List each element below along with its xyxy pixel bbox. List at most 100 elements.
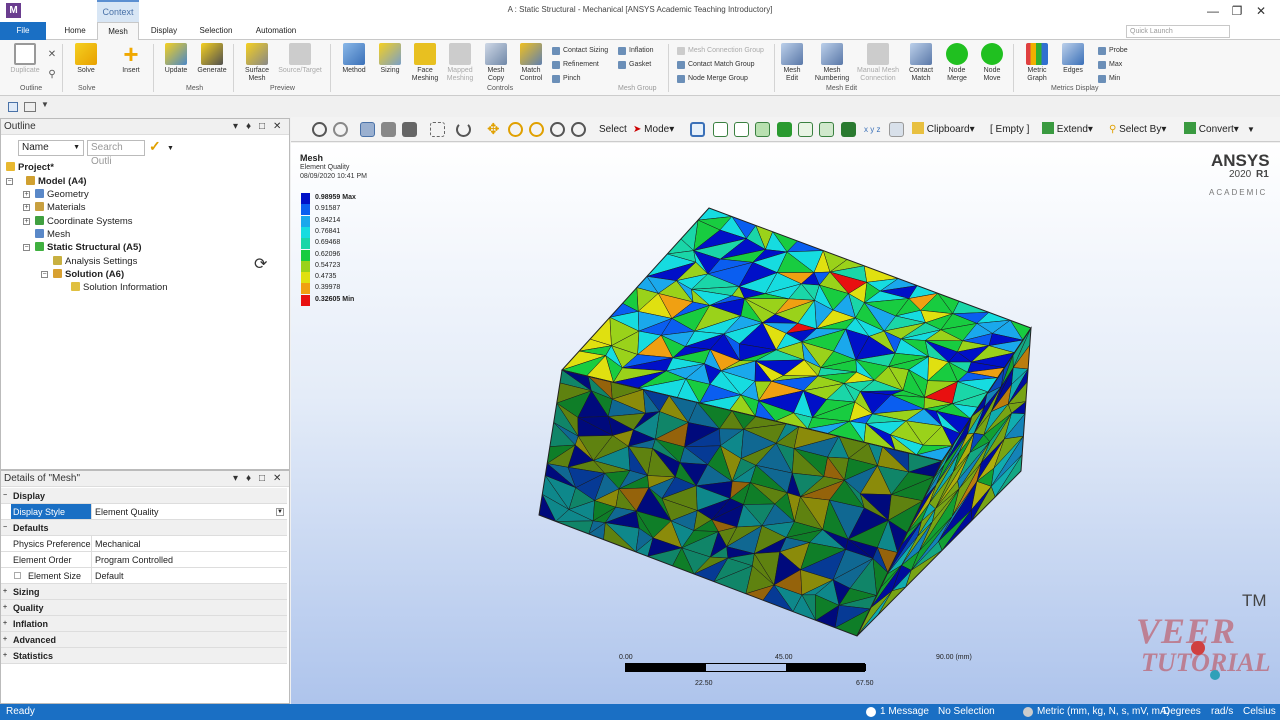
- mapped-meshing-button[interactable]: Mapped Meshing: [441, 43, 479, 83]
- tree-expand-toggle[interactable]: +: [23, 218, 30, 225]
- details-row-element-size[interactable]: Element Size Default: [1, 568, 287, 584]
- contact-match-button[interactable]: Contact Match: [902, 43, 940, 83]
- surface-mesh-button[interactable]: Surface Mesh: [238, 43, 276, 83]
- select-edge-icon[interactable]: [402, 122, 417, 137]
- tree-expand-toggle[interactable]: +: [23, 204, 30, 211]
- close-icon[interactable]: ✕: [1251, 2, 1271, 20]
- tree-item-analysis-settings[interactable]: Analysis Settings: [53, 255, 137, 268]
- mesh-numbering-button[interactable]: Mesh Numbering: [812, 43, 852, 83]
- tree-icon[interactable]: [8, 102, 18, 112]
- select-by-dropdown[interactable]: ⚲ Select By▾: [1109, 121, 1166, 138]
- outline-search-input[interactable]: Search Outli: [87, 140, 145, 167]
- select-body-icon[interactable]: [360, 122, 375, 137]
- select-face-mode-icon[interactable]: [734, 122, 749, 137]
- zoom-to-fit-icon[interactable]: [550, 122, 565, 137]
- maximize-icon[interactable]: □: [259, 471, 265, 487]
- source-target-button[interactable]: Source/Target: [276, 43, 324, 75]
- zoom-in-icon[interactable]: [312, 122, 327, 137]
- probe-button[interactable]: Probe: [1098, 46, 1128, 56]
- zoom-out-icon[interactable]: [333, 122, 348, 137]
- minimize-icon[interactable]: —: [1203, 2, 1223, 20]
- restore-icon[interactable]: ❐: [1227, 2, 1247, 20]
- graphics-viewport[interactable]: Mesh Element Quality 08/09/2020 10:41 PM…: [291, 143, 1280, 704]
- method-button[interactable]: Method: [335, 43, 373, 75]
- pan-icon[interactable]: ✥: [487, 122, 502, 137]
- node-merge-group-button[interactable]: Node Merge Group: [677, 74, 748, 84]
- tree-expand-toggle[interactable]: −: [6, 178, 13, 185]
- status-rotation[interactable]: rad/s: [1211, 704, 1233, 720]
- status-units[interactable]: Metric (mm, kg, N, s, mV, mA): [1037, 704, 1170, 720]
- select-face-icon[interactable]: [381, 122, 396, 137]
- duplicate-button[interactable]: Duplicate: [6, 43, 44, 75]
- sizing-button[interactable]: Sizing: [371, 43, 409, 75]
- rotate-icon[interactable]: [456, 122, 471, 137]
- select-mode-icon[interactable]: [430, 122, 445, 137]
- pin-dropdown-icon[interactable]: ▾: [233, 119, 238, 135]
- details-group-defaults[interactable]: − Defaults: [1, 520, 287, 536]
- convert-dropdown[interactable]: Convert▾: [1184, 121, 1239, 138]
- min-button[interactable]: Min: [1098, 74, 1120, 84]
- checkbox[interactable]: [14, 572, 21, 579]
- select-element-icon[interactable]: [777, 122, 792, 137]
- details-group-advanced[interactable]: + Advanced: [1, 632, 287, 648]
- tree-item-solution-information[interactable]: Solution Information: [71, 281, 168, 294]
- contact-sizing-button[interactable]: Contact Sizing: [552, 46, 608, 56]
- select-all-icon[interactable]: [889, 122, 904, 137]
- match-control-button[interactable]: Match Control: [512, 43, 550, 83]
- tab-display[interactable]: Display: [142, 22, 186, 40]
- tree-expand-toggle[interactable]: +: [23, 191, 30, 198]
- select-element-face-icon[interactable]: [841, 122, 856, 137]
- tab-selection[interactable]: Selection: [194, 22, 238, 40]
- details-group-quality[interactable]: + Quality: [1, 600, 287, 616]
- tree-item-coordinate-systems[interactable]: Coordinate Systems: [35, 215, 133, 228]
- tab-automation[interactable]: Automation: [248, 22, 304, 40]
- mesh-copy-button[interactable]: Mesh Copy: [477, 43, 515, 83]
- details-row-display-style[interactable]: Display Style Element Quality ▼: [1, 504, 287, 520]
- edges-button[interactable]: Edges: [1054, 43, 1092, 75]
- box-zoom-icon[interactable]: [529, 122, 544, 137]
- tree-expand-toggle[interactable]: −: [23, 244, 30, 251]
- tree-item-model[interactable]: Model (A4): [26, 175, 87, 188]
- select-edge-mode-icon[interactable]: [713, 122, 728, 137]
- gasket-button[interactable]: Gasket: [618, 60, 651, 70]
- filter-type-select[interactable]: Name ▼: [18, 140, 84, 156]
- pin-icon[interactable]: ♦: [246, 119, 251, 135]
- details-row-element-order[interactable]: Element Order Program Controlled: [1, 552, 287, 568]
- close-panel-icon[interactable]: ✕: [273, 119, 281, 135]
- tree-item-mesh[interactable]: Mesh: [35, 228, 70, 241]
- mesh-edit-button[interactable]: Mesh Edit: [773, 43, 811, 83]
- clipboard-dropdown[interactable]: Clipboard▾: [912, 121, 975, 138]
- select-vertex-icon[interactable]: [690, 122, 705, 137]
- generate-button[interactable]: Generate: [193, 43, 231, 75]
- select-label[interactable]: Select: [599, 121, 627, 138]
- refinement-button[interactable]: Refinement: [552, 60, 599, 70]
- mesh-connection-group-button[interactable]: Mesh Connection Group: [677, 46, 764, 56]
- coordinates-icon[interactable]: x y z: [864, 121, 880, 138]
- close-panel-icon[interactable]: ✕: [273, 471, 281, 487]
- inflation-button[interactable]: Inflation: [618, 46, 654, 56]
- contact-match-group-button[interactable]: Contact Match Group: [677, 60, 755, 70]
- details-group-sizing[interactable]: + Sizing: [1, 584, 287, 600]
- manual-mesh-connection-button[interactable]: Manual Mesh Connection: [853, 43, 903, 83]
- max-button[interactable]: Max: [1098, 60, 1122, 70]
- details-group-statistics[interactable]: + Statistics: [1, 648, 287, 664]
- magnifier-icon[interactable]: [571, 122, 586, 137]
- tab-file[interactable]: File: [0, 22, 46, 40]
- maximize-icon[interactable]: □: [259, 119, 265, 135]
- pinch-button[interactable]: Pinch: [552, 74, 581, 84]
- find-icon[interactable]: ⚲: [42, 66, 62, 84]
- tree-item-static-structural[interactable]: Static Structural (A5): [35, 241, 142, 254]
- tree-item-geometry[interactable]: Geometry: [35, 188, 89, 201]
- select-node-icon[interactable]: [798, 122, 813, 137]
- metric-graph-button[interactable]: Metric Graph: [1018, 43, 1056, 83]
- toolbar-overflow-icon[interactable]: ▼: [1247, 121, 1255, 138]
- chevron-down-icon[interactable]: ▼: [167, 145, 174, 152]
- details-group-inflation[interactable]: + Inflation: [1, 616, 287, 632]
- node-move-button[interactable]: Node Move: [973, 43, 1011, 83]
- select-body-mode-icon[interactable]: [755, 122, 770, 137]
- checkmark-filter-icon[interactable]: ✓: [149, 138, 161, 155]
- tree-expand-toggle[interactable]: −: [41, 271, 48, 278]
- extend-dropdown[interactable]: Extend▾: [1042, 121, 1093, 138]
- quick-launch-input[interactable]: Quick Launch: [1126, 25, 1230, 38]
- dropdown-arrow-icon[interactable]: ▼: [41, 100, 49, 109]
